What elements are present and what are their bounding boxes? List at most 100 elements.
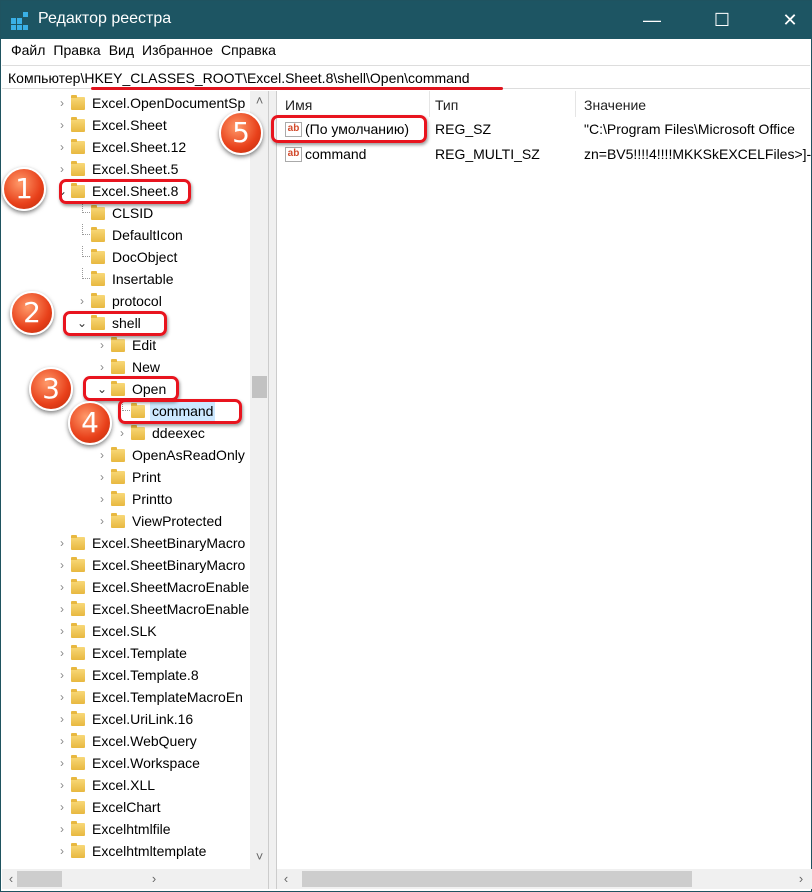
menu-view[interactable]: Вид <box>106 39 139 63</box>
tree-item[interactable]: › Excel.XLL <box>2 774 250 796</box>
tree-item-label: Excel.Sheet <box>92 117 167 133</box>
chevron-right-icon[interactable]: › <box>96 488 108 510</box>
chevron-right-icon[interactable]: › <box>56 92 68 114</box>
chevron-right-icon[interactable]: › <box>56 158 68 180</box>
tree-item[interactable]: › Excel.Template <box>2 642 250 664</box>
close-button[interactable]: ✕ <box>767 1 812 39</box>
tree-item[interactable]: › Excel.Workspace <box>2 752 250 774</box>
chevron-right-icon[interactable]: › <box>56 114 68 136</box>
chevron-right-icon[interactable]: › <box>56 686 68 708</box>
menu-file[interactable]: Файл <box>8 39 50 63</box>
chevron-right-icon[interactable]: › <box>56 664 68 686</box>
menu-favorites[interactable]: Избранное <box>139 39 218 63</box>
tree-item[interactable]: › ddeexec <box>2 422 250 444</box>
values-horizontal-scrollbar[interactable]: ‹ › <box>277 869 812 889</box>
tree-item-label: protocol <box>112 293 162 309</box>
chevron-right-icon[interactable]: › <box>56 532 68 554</box>
chevron-right-icon[interactable]: › <box>56 752 68 774</box>
value-data: "C:\Program Files\Microsoft Office <box>584 121 795 137</box>
chevron-right-icon[interactable]: › <box>56 136 68 158</box>
chevron-right-icon[interactable]: › <box>96 466 108 488</box>
scroll-right-icon[interactable]: › <box>145 869 163 889</box>
tree-item[interactable]: › Excel.Sheet.12 <box>2 136 250 158</box>
key-tree-pane: › Excel.OpenDocumentSp › Excel.Sheet › Excel.… <box>2 91 269 889</box>
tree-item[interactable]: › Excel.WebQuery <box>2 730 250 752</box>
tree-item[interactable]: › Excel.SheetMacroEnable <box>2 576 250 598</box>
tree-item[interactable]: › Excel.UriLink.16 <box>2 708 250 730</box>
tree-item[interactable]: › Print <box>2 466 250 488</box>
tree-item[interactable]: Insertable <box>2 268 250 290</box>
tree-item[interactable]: DefaultIcon <box>2 224 250 246</box>
tree-vertical-scrollbar[interactable]: ˄ ˅ <box>250 91 268 869</box>
chevron-right-icon[interactable]: › <box>96 356 108 378</box>
tree-item-label: ViewProtected <box>132 513 223 529</box>
chevron-right-icon[interactable]: › <box>96 510 108 532</box>
tree-horizontal-scrollbar[interactable]: ‹ › <box>2 869 268 889</box>
chevron-right-icon[interactable]: › <box>56 598 68 620</box>
tree-item-label: Excel.SLK <box>92 623 157 639</box>
chevron-right-icon[interactable]: › <box>56 796 68 818</box>
menu-edit[interactable]: Правка <box>50 39 105 63</box>
scroll-right-icon[interactable]: › <box>792 869 810 889</box>
chevron-right-icon[interactable]: › <box>56 708 68 730</box>
tree-item[interactable]: › Printto <box>2 488 250 510</box>
menu-help[interactable]: Справка <box>218 39 281 63</box>
chevron-right-icon[interactable]: › <box>56 642 68 664</box>
chevron-right-icon[interactable]: › <box>76 290 88 312</box>
values-hscroll-thumb[interactable] <box>302 871 692 887</box>
chevron-right-icon[interactable]: › <box>56 730 68 752</box>
minimize-button[interactable]: — <box>629 1 675 39</box>
column-value[interactable]: Значение <box>584 97 646 113</box>
scroll-up-icon[interactable]: ˄ <box>250 91 268 111</box>
tree-scroll-thumb[interactable] <box>252 376 267 398</box>
address-bar[interactable]: Компьютер\HKEY_CLASSES_ROOT\Excel.Sheet.… <box>2 65 810 89</box>
folder-icon <box>111 447 125 462</box>
tree-item-label: Excel.Sheet.5 <box>92 161 179 177</box>
folder-icon <box>111 491 125 506</box>
tree-hscroll-thumb[interactable] <box>17 871 62 887</box>
scroll-down-icon[interactable]: ˅ <box>250 847 268 867</box>
chevron-right-icon[interactable]: › <box>56 840 68 862</box>
chevron-right-icon[interactable]: › <box>56 818 68 840</box>
folder-icon <box>71 799 85 814</box>
tree-item[interactable]: › Edit <box>2 334 250 356</box>
maximize-button[interactable]: ☐ <box>699 1 745 39</box>
tree-item[interactable]: CLSID <box>2 202 250 224</box>
folder-icon <box>111 469 125 484</box>
tree-item[interactable]: › Excel.SheetBinaryMacro <box>2 554 250 576</box>
step-badge-4: 4 <box>68 401 112 445</box>
tree-item-label: Excel.Template <box>92 645 187 661</box>
value-row[interactable]: ab command REG_MULTI_SZ zn=BV5!!!!4!!!!M… <box>277 143 812 165</box>
tree-item[interactable]: › Excel.Template.8 <box>2 664 250 686</box>
tree-item-label: Excel.Template.8 <box>92 667 199 683</box>
chevron-right-icon[interactable]: › <box>56 620 68 642</box>
tree-item[interactable]: DocObject <box>2 246 250 268</box>
folder-icon <box>71 711 85 726</box>
tree-item[interactable]: › Excel.SheetBinaryMacro <box>2 532 250 554</box>
tree-item[interactable]: › ViewProtected <box>2 510 250 532</box>
column-name[interactable]: Имя <box>285 97 312 113</box>
scroll-left-icon[interactable]: ‹ <box>277 869 295 889</box>
tree-item[interactable]: › Excel.SLK <box>2 620 250 642</box>
tree-item-label: Edit <box>132 337 157 353</box>
tree-item[interactable]: › ExcelChart <box>2 796 250 818</box>
tree-item[interactable]: › Excel.OpenDocumentSp <box>2 92 250 114</box>
tree-item[interactable]: › Excel.Sheet <box>2 114 250 136</box>
folder-icon <box>71 161 85 176</box>
tree-item-label: Excel.TemplateMacroEn <box>92 689 243 705</box>
chevron-right-icon[interactable]: › <box>56 554 68 576</box>
tree-item[interactable]: › Excelhtmltemplate <box>2 840 250 862</box>
column-type[interactable]: Тип <box>435 97 458 113</box>
chevron-right-icon[interactable]: › <box>56 774 68 796</box>
chevron-right-icon[interactable]: › <box>96 444 108 466</box>
pane-splitter[interactable] <box>269 91 277 889</box>
tree-item[interactable]: › OpenAsReadOnly <box>2 444 250 466</box>
tree-item[interactable]: › Excel.SheetMacroEnable <box>2 598 250 620</box>
chevron-right-icon[interactable]: › <box>56 576 68 598</box>
tree-item[interactable]: › Excel.TemplateMacroEn <box>2 686 250 708</box>
highlight-open <box>83 376 179 401</box>
chevron-right-icon[interactable]: › <box>96 334 108 356</box>
tree-item[interactable]: › Excelhtmlfile <box>2 818 250 840</box>
column-header: Имя Тип Значение <box>277 91 812 117</box>
chevron-right-icon[interactable]: › <box>116 422 128 444</box>
